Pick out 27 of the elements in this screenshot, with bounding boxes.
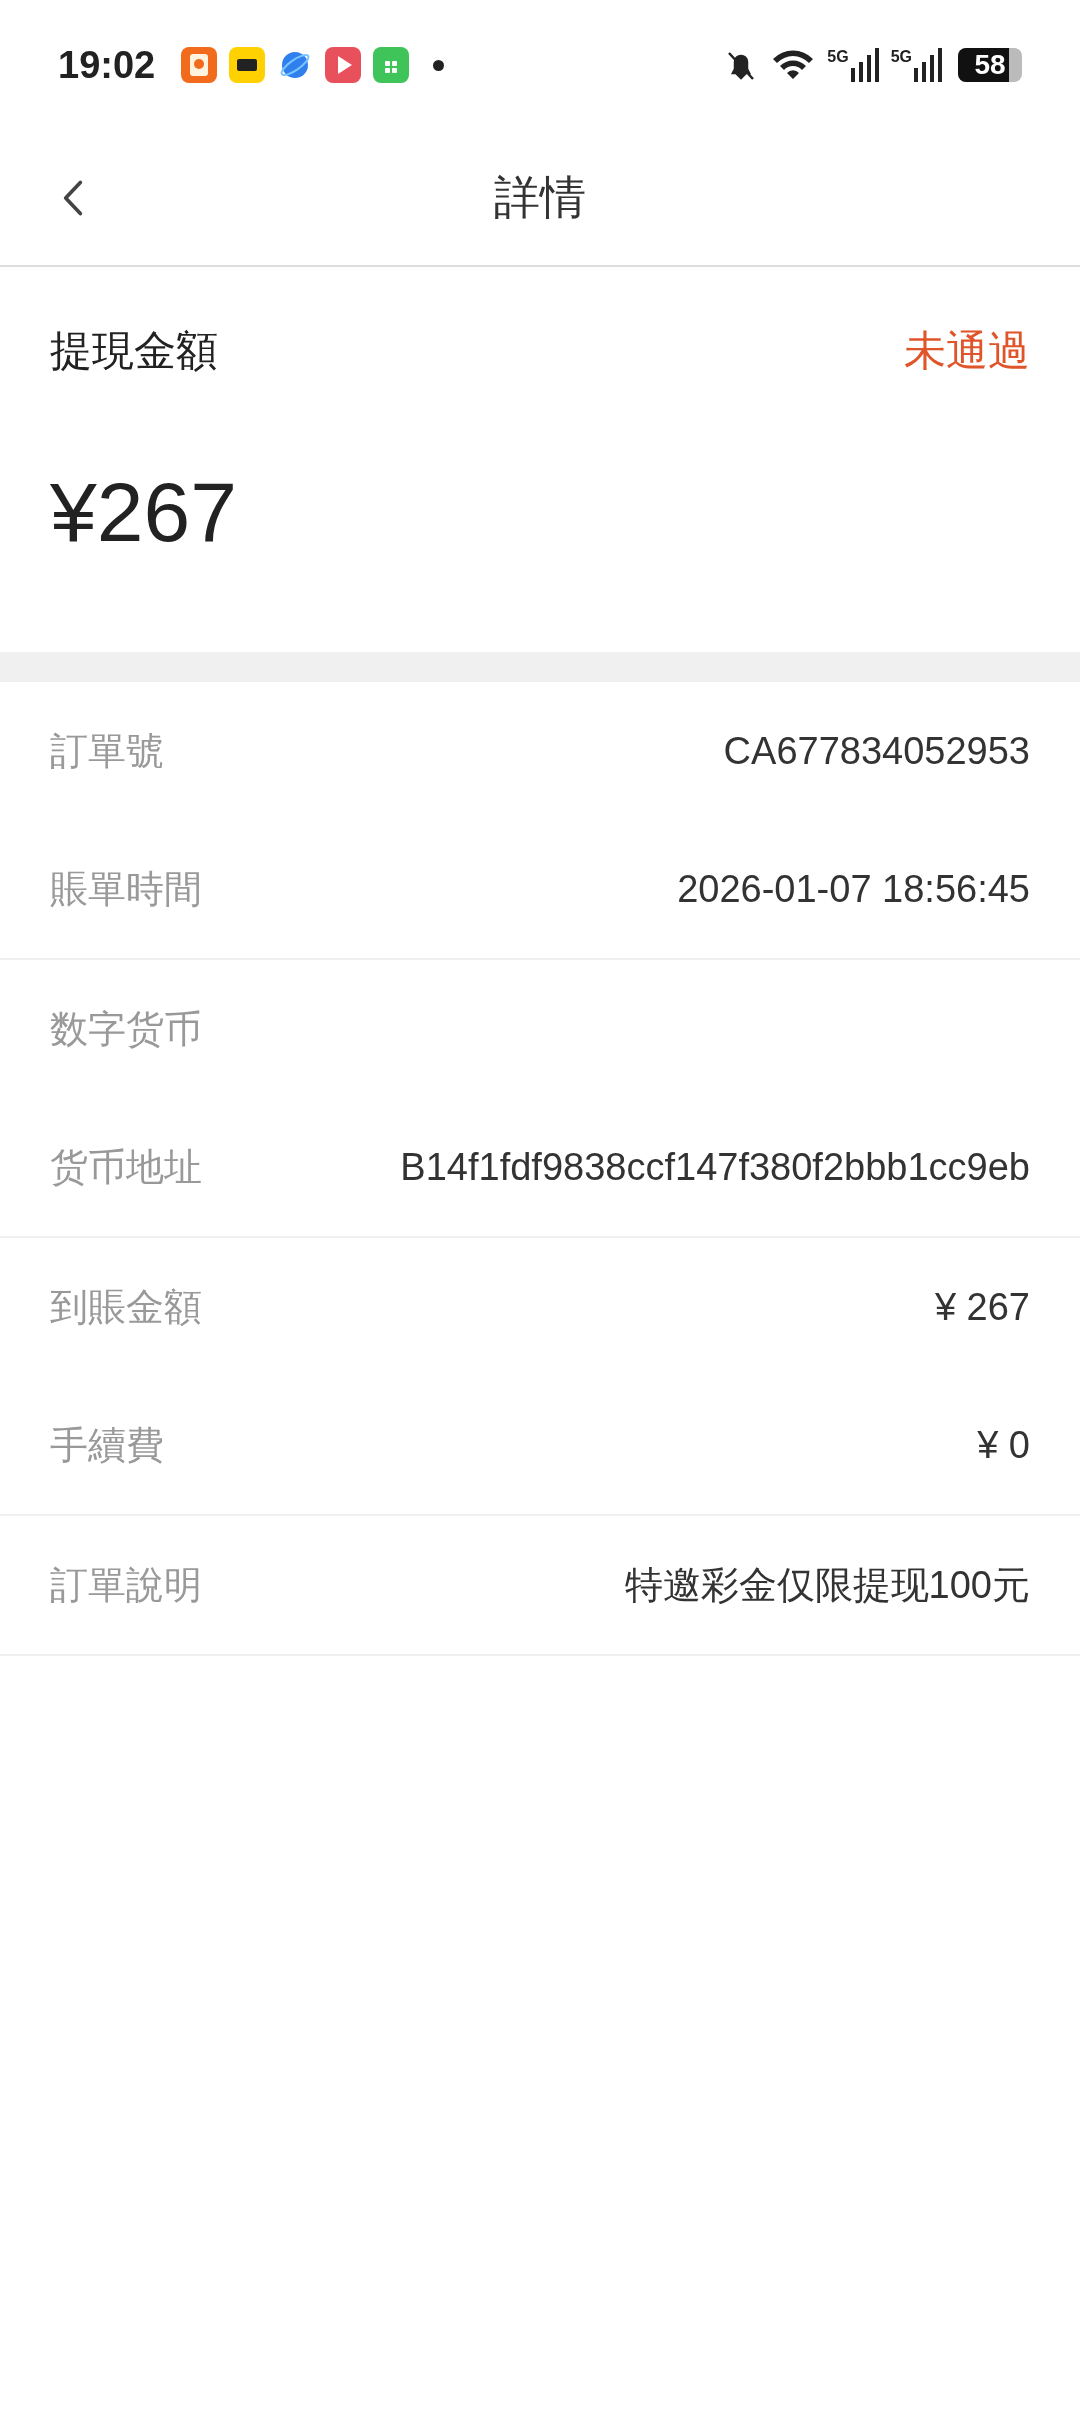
field-value: 特邀彩金仅限提现100元 xyxy=(624,1562,1030,1608)
network-type-label: 5G xyxy=(890,48,912,66)
field-label: 手續費 xyxy=(50,1422,164,1468)
signal-icon xyxy=(850,48,879,82)
store-app-icon xyxy=(373,47,410,83)
status-time: 19:02 xyxy=(58,43,156,87)
field-value: 2026-01-07 18:56:45 xyxy=(677,867,1030,911)
withdraw-amount-label: 提現金額 xyxy=(50,326,218,376)
field-label: 訂單號 xyxy=(50,728,164,774)
video-app-icon xyxy=(325,47,362,83)
field-value: ¥ 0 xyxy=(977,1423,1030,1467)
field-label: 货币地址 xyxy=(50,1144,202,1190)
field-label: 賬單時間 xyxy=(50,866,202,912)
field-value: ¥ 267 xyxy=(934,1285,1030,1329)
field-label: 訂單說明 xyxy=(50,1562,202,1608)
status-text: 未通過 xyxy=(904,326,1030,376)
network-type-label: 5G xyxy=(827,48,849,66)
signal-icon xyxy=(914,48,942,82)
field-value: B14f1fdf9838ccf147f380f2bbb1cc9eb xyxy=(400,1145,1030,1189)
field-label: 数字货币 xyxy=(50,1006,202,1052)
battery-indicator: 58 xyxy=(958,48,1022,82)
back-icon xyxy=(62,178,84,217)
page-title: 詳情 xyxy=(493,169,587,225)
field-label: 到賬金額 xyxy=(50,1284,202,1330)
field-value: CA677834052953 xyxy=(723,729,1030,773)
more-notifications-icon xyxy=(433,59,445,71)
amount-value: ¥267 xyxy=(50,464,238,561)
